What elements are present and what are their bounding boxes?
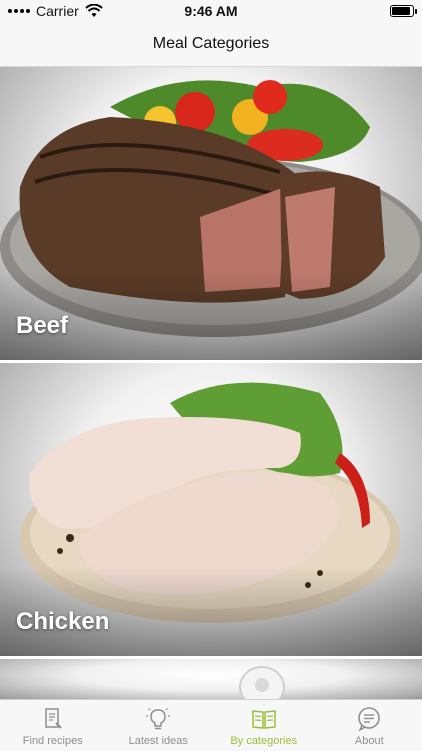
tab-label: Latest ideas [129, 735, 188, 747]
recipe-book-icon [40, 706, 66, 732]
navigation-bar: Meal Categories [0, 22, 422, 67]
category-label: Chicken [16, 608, 109, 636]
open-book-icon [251, 706, 277, 732]
tab-label: Find recipes [23, 735, 83, 747]
tab-find-recipes[interactable]: Find recipes [0, 700, 106, 751]
tab-by-categories[interactable]: By categories [211, 700, 317, 751]
tab-label: By categories [230, 735, 297, 747]
category-label: Beef [16, 312, 68, 340]
tab-about[interactable]: About [317, 700, 422, 751]
category-card-partial[interactable] [0, 659, 422, 699]
category-list[interactable]: Beef Chicken [0, 67, 422, 699]
category-card-chicken[interactable]: Chicken [0, 363, 422, 656]
category-card-beef[interactable]: Beef [0, 67, 422, 360]
tab-latest-ideas[interactable]: Latest ideas [106, 700, 212, 751]
tab-bar: Find recipes Latest ideas By categories [0, 699, 422, 751]
page-title: Meal Categories [153, 35, 270, 53]
chat-bubble-icon [356, 706, 382, 732]
partial-photo [0, 659, 422, 699]
tab-label: About [355, 735, 384, 747]
status-time: 9:46 AM [0, 3, 422, 19]
battery-icon [390, 5, 414, 17]
lightbulb-icon [145, 706, 171, 732]
status-bar: Carrier 9:46 AM [0, 0, 422, 22]
